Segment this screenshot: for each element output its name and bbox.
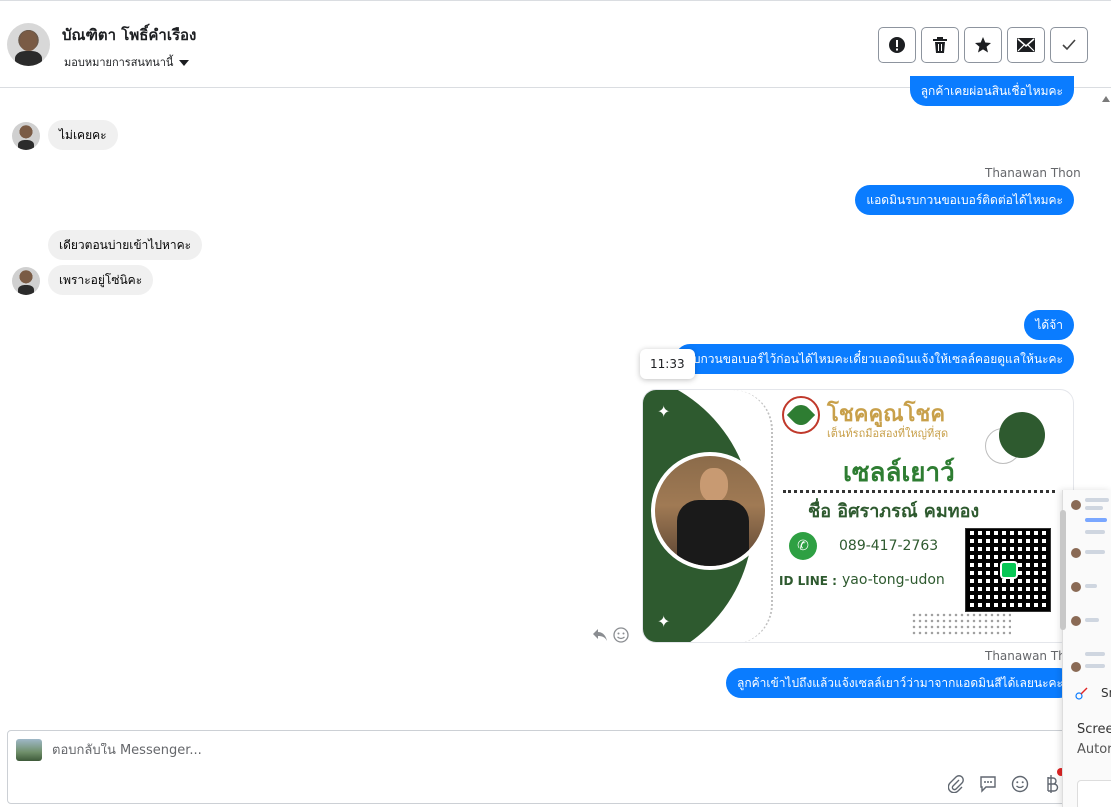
saved-replies-button[interactable] — [977, 773, 999, 795]
mini-text-line — [1085, 518, 1107, 522]
photo-body — [677, 500, 749, 566]
sparkle-icon: ✦ — [657, 402, 671, 421]
mini-text-line — [1085, 550, 1105, 554]
avatar-body — [15, 51, 42, 66]
side-overlay-window[interactable]: Sn Scree Autor — [1062, 490, 1111, 807]
outgoing-message[interactable]: รบกวนขอเบอร์ไว้ก่อนได้ไหมคะเดี๋ยวแอดมินแ… — [675, 344, 1074, 374]
mini-text-line — [1085, 498, 1109, 502]
assign-label: มอบหมายการสนทนานี้ — [64, 56, 174, 69]
brand-logo — [782, 396, 820, 434]
overlay-app-title: Sn — [1101, 686, 1111, 700]
mini-avatar — [1071, 582, 1081, 592]
mini-text-line — [1085, 652, 1105, 656]
overlay-line-1: Scree — [1077, 722, 1111, 737]
incoming-message[interactable]: เดียวตอนบ่ายเข้าไปหาคะ — [48, 230, 203, 260]
contact-name[interactable]: บัณฑิตา โพธิ์คำเรือง — [62, 23, 196, 47]
outgoing-message[interactable]: ได้จ้า — [1024, 310, 1074, 340]
incoming-message[interactable]: เพราะอยู่โซ่นิคะ — [48, 265, 154, 295]
mini-avatar — [1071, 500, 1081, 510]
line-logo-icon — [1000, 561, 1018, 579]
mini-text-line — [1085, 618, 1099, 622]
page-avatar — [16, 739, 42, 761]
emoji-button[interactable] — [1009, 773, 1031, 795]
salesperson-photo — [651, 452, 769, 570]
envelope-icon — [1017, 38, 1035, 52]
photo-face — [700, 468, 728, 502]
avatar-face — [20, 31, 37, 51]
mark-done-button[interactable] — [1050, 27, 1088, 63]
mini-text-line — [1085, 584, 1097, 588]
card-divider — [783, 490, 1055, 493]
paperclip-icon — [948, 775, 964, 793]
message-thread[interactable]: ลูกค้าเคยผ่อนสินเชื่อไหมคะ ไม่เคยคะ Than… — [0, 76, 1111, 728]
sparkle-icon: ✦ — [657, 612, 671, 631]
mini-avatar — [1071, 548, 1081, 558]
mark-spam-button[interactable] — [878, 27, 916, 63]
outgoing-message[interactable]: ลูกค้าเข้าไปถึงแล้วแจ้งเซลล์เยาว์ว่ามาจา… — [726, 668, 1074, 698]
contact-avatar-small — [12, 122, 40, 150]
timestamp-tooltip: 11:33 — [640, 349, 695, 379]
card-idline: yao-tong-udon — [842, 572, 945, 588]
card-title: เซลล์เยาว์ — [843, 458, 955, 488]
card-person-name: ชื่อ อิศราภรณ์ คมทอง — [808, 501, 980, 522]
overlay-line-2: Autor — [1077, 742, 1111, 757]
snip-icon — [1075, 687, 1088, 700]
card-dot-pattern — [911, 612, 1011, 636]
reply-input[interactable] — [52, 743, 952, 758]
chat-bubble-icon — [980, 776, 996, 793]
reply-icon[interactable] — [592, 628, 608, 642]
delete-button[interactable] — [921, 27, 959, 63]
outgoing-message[interactable]: ลูกค้าเคยผ่อนสินเชื่อไหมคะ — [909, 76, 1074, 106]
star-icon — [975, 37, 991, 53]
contact-avatar-small — [12, 267, 40, 295]
card-idline-label: ID LINE : — [779, 574, 837, 588]
qr-code — [965, 528, 1051, 612]
card-tagline: เต็นท์รถมือสองที่ใหญ่ที่สุด — [827, 427, 949, 440]
mini-avatar — [1071, 662, 1081, 672]
exclamation-icon — [889, 37, 905, 53]
mini-avatar — [1071, 616, 1081, 626]
mini-text-line — [1085, 664, 1105, 668]
mark-unread-button[interactable] — [1007, 27, 1045, 63]
emoji-icon — [1011, 775, 1029, 793]
sender-name: Thanawan Thon — [985, 166, 1081, 180]
scrollbar-thumb[interactable] — [1060, 510, 1066, 630]
trash-icon — [933, 37, 947, 53]
overlay-button[interactable] — [1077, 780, 1111, 807]
conversation-header: บัณฑิตา โพธิ์คำเรือง มอบหมายการสนทนานี้ — [0, 0, 1111, 88]
mini-text-line — [1085, 506, 1103, 510]
decorative-circle — [999, 412, 1045, 458]
payment-button[interactable] — [1041, 773, 1063, 795]
scroll-up-arrow[interactable] — [1102, 96, 1110, 102]
logo-leaf-icon — [786, 400, 816, 430]
contact-avatar[interactable] — [7, 23, 50, 66]
star-button[interactable] — [964, 27, 1002, 63]
phone-icon: ✆ — [789, 532, 817, 560]
message-composer — [7, 730, 1067, 804]
outgoing-message[interactable]: แอดมินรบกวนขอเบอร์ติดต่อได้ไหมคะ — [855, 185, 1074, 215]
check-icon — [1062, 39, 1076, 51]
incoming-message[interactable]: ไม่เคยคะ — [48, 120, 118, 150]
baht-icon — [1047, 775, 1059, 793]
mini-text-line — [1085, 530, 1105, 534]
card-phone: 089-417-2763 — [839, 538, 939, 554]
assign-conversation-dropdown[interactable]: มอบหมายการสนทนานี้ — [64, 53, 190, 71]
attach-button[interactable] — [945, 773, 967, 795]
react-emoji-icon[interactable] — [613, 627, 629, 643]
caret-down-icon — [179, 60, 190, 66]
business-card-image[interactable]: ✦ ✦ โชคคูณโชค เต็นท์รถมือสองที่ใหญ่ที่สุ… — [642, 389, 1074, 643]
